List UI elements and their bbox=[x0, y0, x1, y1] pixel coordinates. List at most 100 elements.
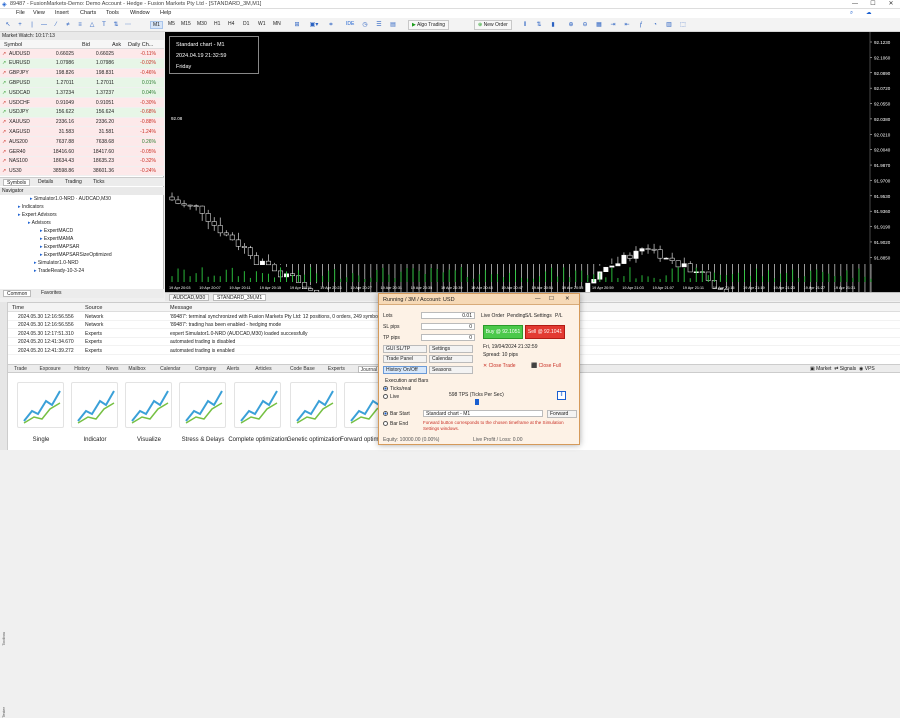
navigator-item[interactable]: ▸ Expert Advisors bbox=[0, 211, 164, 219]
menu-window[interactable]: Window bbox=[130, 10, 150, 16]
navigator-item[interactable]: ▸ Simulator1.0-NRD bbox=[0, 259, 164, 267]
tab-symbols[interactable]: Symbols bbox=[3, 179, 31, 186]
column-time[interactable]: Time bbox=[12, 305, 24, 311]
trade-panel-button[interactable]: Trade Panel bbox=[383, 355, 427, 363]
toolbox-tab-code-base[interactable]: Code Base bbox=[288, 366, 317, 373]
gui-sltp-button[interactable]: GUI SL/TP bbox=[383, 345, 427, 353]
signals-link[interactable]: Signals bbox=[840, 366, 856, 372]
templates-list-icon[interactable]: ▥ bbox=[664, 20, 674, 30]
tester-card-3[interactable] bbox=[179, 382, 226, 428]
menu-view[interactable]: View bbox=[33, 10, 45, 16]
new-order-button[interactable]: ⊕ New Order bbox=[474, 20, 512, 30]
more-tools-icon[interactable]: ⋯ bbox=[123, 20, 133, 30]
simulator-dialog[interactable]: Running / 3M / Account: USD — ☐ ✕ Lots 0… bbox=[378, 293, 580, 445]
tester-mode-label[interactable]: Visualize bbox=[119, 437, 179, 443]
forward-button[interactable]: Forward bbox=[547, 410, 577, 418]
tab-trading[interactable]: Trading bbox=[62, 179, 85, 186]
navigator-item[interactable]: ▸ Simulator1.0-NRD · AUDCAD,M30 bbox=[0, 195, 164, 203]
live-radio[interactable]: Live bbox=[383, 394, 399, 400]
crosshair-icon[interactable]: + bbox=[15, 20, 25, 30]
buy-button[interactable]: Buy @ 92.1051 bbox=[483, 325, 523, 339]
chart-select[interactable]: Standard chart - M1 bbox=[423, 410, 543, 417]
depth-of-market-icon[interactable]: ⫴ bbox=[520, 20, 530, 30]
column-bid[interactable]: Bid bbox=[82, 42, 90, 48]
sell-button[interactable]: Sell @ 92.1041 bbox=[525, 325, 565, 339]
market-watch-row[interactable]: ↗ NAS100 18634.43 18635.23 -0.32% bbox=[0, 156, 164, 167]
market-watch-row[interactable]: ↗ USDCAD 1.37234 1.37237 0.04% bbox=[0, 88, 164, 98]
trendline-icon[interactable]: ⁄ bbox=[51, 20, 61, 30]
toolbox-icon[interactable]: ▤ bbox=[388, 20, 398, 30]
tester-mode-label[interactable]: Complete optimization bbox=[228, 437, 288, 443]
market-watch-row[interactable]: ↗ GBPJPY 198.826 198.831 -0.46% bbox=[0, 68, 164, 79]
seasons-button[interactable]: Seasons bbox=[429, 366, 473, 374]
toolbox-tab-trade[interactable]: Trade bbox=[12, 366, 29, 373]
column-daily-change[interactable]: Daily Ch... bbox=[128, 42, 153, 48]
tester-side-label[interactable]: Tester bbox=[1, 707, 6, 718]
timeframe-m5[interactable]: M5 bbox=[168, 21, 175, 27]
chart-type-icon[interactable]: ⊞ bbox=[292, 20, 302, 30]
pending-tab[interactable]: Pending bbox=[507, 313, 525, 319]
timeframe-h1[interactable]: H1 bbox=[214, 21, 220, 27]
cursor-icon[interactable]: ↖ bbox=[3, 20, 13, 30]
toolbox-side-label[interactable]: Toolbox bbox=[1, 632, 6, 646]
market-watch-row[interactable]: ↗ EURUSD 1.07986 1.07986 -0.02% bbox=[0, 58, 164, 69]
sl-input[interactable]: 0 bbox=[421, 323, 475, 330]
templates-icon[interactable]: ⌗ bbox=[326, 20, 336, 30]
tester-card-5[interactable] bbox=[290, 382, 337, 428]
tester-card-2[interactable] bbox=[125, 382, 172, 428]
chart-shift-icon[interactable]: ⇤ bbox=[622, 20, 632, 30]
tile-windows-icon[interactable]: ▦ bbox=[594, 20, 604, 30]
indicators-icon[interactable]: ƒ bbox=[636, 20, 646, 30]
dialog-maximize-icon[interactable]: ☐ bbox=[549, 296, 554, 302]
pl-tab[interactable]: P/L bbox=[555, 313, 563, 319]
channel-icon[interactable]: ≠ bbox=[63, 20, 73, 30]
tester-card-1[interactable] bbox=[71, 382, 118, 428]
text-icon[interactable]: T bbox=[99, 20, 109, 30]
navigator-item[interactable]: ▸ ExpertMAMA bbox=[0, 235, 164, 243]
menu-insert[interactable]: Insert bbox=[55, 10, 69, 16]
vps-link[interactable]: VPS bbox=[865, 366, 875, 372]
column-source[interactable]: Source bbox=[85, 305, 102, 311]
close-trade-button[interactable]: ✕ Close Trade bbox=[483, 363, 516, 369]
close-full-button[interactable]: ⬛ Close Full bbox=[531, 363, 561, 369]
menu-tools[interactable]: Tools bbox=[106, 10, 119, 16]
market-watch-row[interactable]: ↗ GER40 18416.60 18417.60 -0.05% bbox=[0, 147, 164, 157]
screenshot-icon[interactable]: ⬚ bbox=[678, 20, 688, 30]
bar-start-radio[interactable]: Bar Start bbox=[383, 411, 410, 417]
tester-mode-label[interactable]: Stress & Delays bbox=[173, 437, 233, 443]
market-watch-row[interactable]: ↗ GBPUSD 1.27011 1.27011 0.01% bbox=[0, 78, 164, 89]
tester-mode-label[interactable]: Indicator bbox=[65, 437, 125, 443]
price-chart[interactable]: 92.1230 92.1060 92.0890 92.0720 92.0550 92.03… bbox=[165, 32, 900, 292]
community-icon[interactable]: ☁ bbox=[866, 10, 872, 16]
settings-button[interactable]: Settings bbox=[429, 345, 473, 353]
dialog-titlebar[interactable]: Running / 3M / Account: USD — ☐ ✕ bbox=[379, 294, 579, 305]
color-scheme-icon[interactable]: ▣▾ bbox=[306, 20, 322, 30]
column-message[interactable]: Message bbox=[170, 305, 192, 311]
toolbox-tab-mailbox[interactable]: Mailbox bbox=[126, 366, 147, 373]
timeframe-m1[interactable]: M1 bbox=[150, 21, 163, 29]
navigator-item[interactable]: ▸ Indicators bbox=[0, 203, 164, 211]
navigator-item[interactable]: ▸ Advisors bbox=[0, 219, 164, 227]
horizontal-line-icon[interactable]: — bbox=[39, 20, 49, 30]
fibonacci-icon[interactable]: ≡ bbox=[75, 20, 85, 30]
zoom-out-icon[interactable]: ⊖ bbox=[580, 20, 590, 30]
market-watch-row[interactable]: ↗ USDJPY 156.622 156.624 -0.68% bbox=[0, 107, 164, 118]
strategy-tester-icon[interactable]: ◷ bbox=[360, 20, 370, 30]
navigator-item[interactable]: ▸ TradeReady-10-3-24 bbox=[0, 267, 164, 275]
market-watch-row[interactable]: ↗ US30 38598.86 38601.36 -0.24% bbox=[0, 166, 164, 177]
tester-mode-label[interactable]: Single bbox=[11, 437, 71, 443]
toolbox-tab-experts[interactable]: Experts bbox=[326, 366, 347, 373]
chart-tab-audcad[interactable]: AUDCAD,M30 bbox=[169, 294, 210, 301]
market-watch-row[interactable]: ↗ XAGUSD 31.583 31.581 -1.24% bbox=[0, 127, 164, 138]
menu-file[interactable]: File bbox=[16, 10, 25, 16]
timeframe-w1[interactable]: W1 bbox=[258, 21, 266, 27]
calendar-button[interactable]: Calendar bbox=[429, 355, 473, 363]
tab-favorites[interactable]: Favorites bbox=[38, 290, 65, 297]
autoscroll-icon[interactable]: ⇥ bbox=[608, 20, 618, 30]
pause-button[interactable]: ‖ bbox=[557, 391, 566, 400]
market-watch-row[interactable]: ↗ AUDUSD 0.66025 0.66025 -0.11% bbox=[0, 49, 164, 59]
toolbox-tab-exposure[interactable]: Exposure bbox=[38, 366, 63, 373]
dialog-close-icon[interactable]: ✕ bbox=[565, 296, 570, 302]
market-watch-row[interactable]: ↗ AUS200 7637.88 7638.68 0.26% bbox=[0, 137, 164, 147]
navigator-item[interactable]: ▸ ExpertMACD bbox=[0, 227, 164, 235]
